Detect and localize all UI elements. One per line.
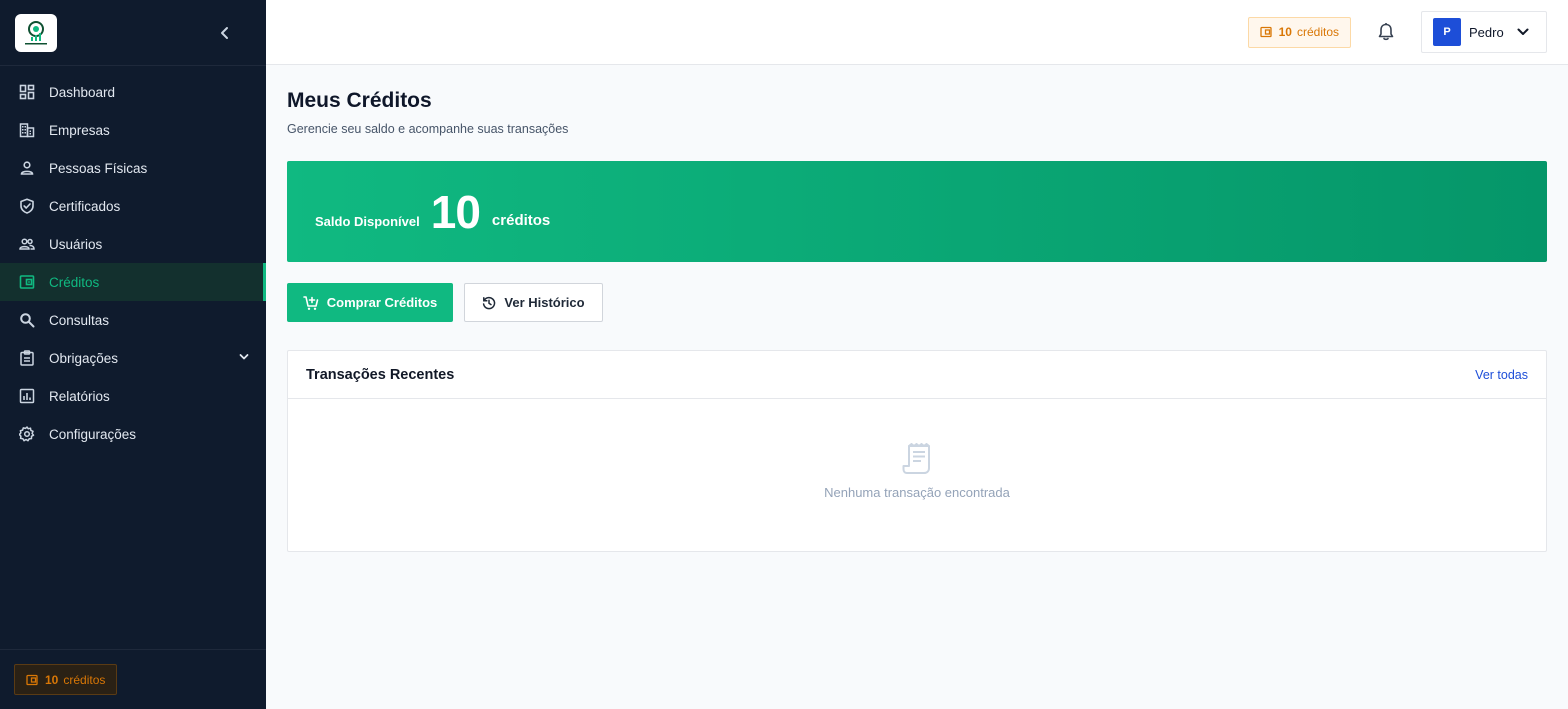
wallet-icon	[18, 274, 35, 291]
person-icon	[18, 160, 35, 177]
sidebar-item-label: Configurações	[49, 426, 137, 442]
history-icon	[482, 296, 496, 310]
wallet-icon	[1259, 26, 1272, 38]
view-history-label: Ver Histórico	[504, 295, 585, 310]
shield-check-icon	[18, 198, 35, 215]
recent-transactions-panel: Transações Recentes Ver todas Nenhuma tr…	[287, 350, 1547, 552]
panel-title: Transações Recentes	[306, 366, 455, 383]
empty-state: Nenhuma transação encontrada	[288, 399, 1546, 500]
header-credits-badge[interactable]: 10 créditos	[1247, 16, 1351, 48]
balance-unit: créditos	[491, 212, 551, 229]
sidebar-item-consultas[interactable]: Consultas	[0, 301, 266, 339]
action-bar: Comprar Créditos Ver Histórico	[287, 283, 1547, 322]
user-name: Pedro	[1469, 24, 1504, 40]
search-icon	[18, 312, 35, 329]
sidebar-item-relatorios[interactable]: Relatórios	[0, 377, 266, 415]
sidebar-item-label: Consultas	[49, 312, 110, 328]
gear-icon	[18, 426, 35, 443]
sidebar-item-dashboard[interactable]: Dashboard	[0, 73, 266, 111]
sidebar-credits-badge[interactable]: 10 créditos	[14, 664, 118, 695]
wallet-icon	[26, 674, 38, 686]
sidebar-item-pessoas-fisicas[interactable]: Pessoas Físicas	[0, 149, 266, 187]
sidebar-item-label: Dashboard	[49, 84, 116, 100]
building-icon	[18, 122, 35, 139]
balance-card: Saldo Disponível 10 créditos	[287, 161, 1547, 262]
sidebar-header	[0, 0, 266, 66]
clipboard-icon	[18, 350, 35, 367]
sidebar-item-label: Obrigações	[49, 350, 119, 366]
buy-credits-button[interactable]: Comprar Créditos	[287, 283, 453, 322]
sidebar-nav: Dashboard Empresas Pessoas Físicas Certi…	[0, 66, 266, 453]
top-bar: 10 créditos P Pedro	[266, 0, 1568, 65]
chart-icon	[18, 388, 35, 405]
bell-icon	[1378, 23, 1394, 41]
sidebar-item-usuarios[interactable]: Usuários	[0, 225, 266, 263]
credits-unit: créditos	[63, 672, 106, 687]
credits-count: 10	[45, 672, 59, 687]
balance-label: Saldo Disponível	[315, 213, 420, 229]
sidebar-item-label: Usuários	[49, 236, 103, 252]
chevron-left-icon	[221, 26, 228, 39]
sidebar-item-label: Relatórios	[49, 388, 110, 404]
sidebar-item-creditos[interactable]: Créditos	[0, 263, 266, 301]
sidebar-item-label: Empresas	[49, 122, 110, 138]
empty-message: Nenhuma transação encontrada	[824, 485, 1010, 500]
receipt-icon	[902, 443, 930, 474]
dashboard-icon	[18, 84, 35, 101]
cart-add-icon	[302, 295, 319, 311]
sidebar-item-certificados[interactable]: Certificados	[0, 187, 266, 225]
balance-value: 10	[430, 185, 481, 238]
users-icon	[18, 236, 35, 253]
sidebar-item-label: Certificados	[49, 198, 121, 214]
avatar: P	[1433, 18, 1461, 46]
sidebar-footer: 10 créditos	[0, 649, 266, 709]
sidebar: Dashboard Empresas Pessoas Físicas Certi…	[0, 0, 266, 709]
sidebar-item-label: Créditos	[49, 274, 100, 290]
page-title: Meus Créditos	[287, 89, 432, 112]
sidebar-item-configuracoes[interactable]: Configurações	[0, 415, 266, 453]
sidebar-item-label: Pessoas Físicas	[49, 160, 148, 176]
credits-count: 10	[1278, 25, 1292, 39]
collapse-sidebar-button[interactable]	[213, 21, 237, 45]
user-menu[interactable]: P Pedro	[1421, 11, 1547, 53]
page-content: Meus Créditos Gerencie seu saldo e acomp…	[266, 65, 1568, 552]
main-area: 10 créditos P Pedro Meus Créditos Gerenc…	[266, 0, 1568, 709]
chevron-down-icon[interactable]	[238, 351, 250, 366]
chevron-down-icon	[1516, 25, 1530, 39]
panel-header: Transações Recentes Ver todas	[288, 351, 1546, 399]
credits-unit: créditos	[1296, 25, 1339, 39]
buy-credits-label: Comprar Créditos	[326, 295, 438, 310]
sidebar-item-empresas[interactable]: Empresas	[0, 111, 266, 149]
sidebar-item-obrigacoes[interactable]: Obrigações	[0, 339, 266, 377]
view-history-button[interactable]: Ver Histórico	[464, 283, 603, 322]
app-logo[interactable]	[15, 13, 57, 52]
notifications-button[interactable]	[1374, 20, 1398, 44]
page-subtitle: Gerencie seu saldo e acompanhe suas tran…	[287, 122, 569, 136]
view-all-link[interactable]: Ver todas	[1475, 368, 1528, 382]
